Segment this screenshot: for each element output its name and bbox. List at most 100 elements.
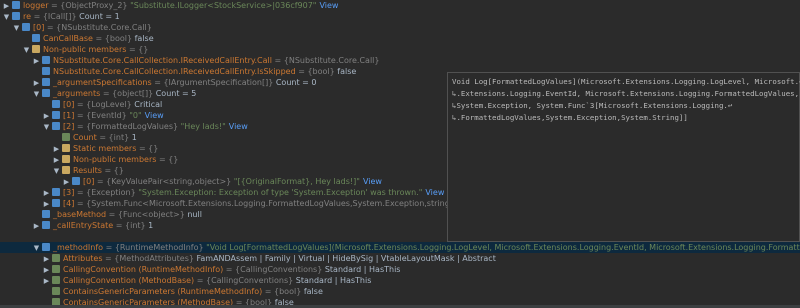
variable-type: = {ObjectProxy_2} [51, 1, 128, 10]
variable-value: null [187, 210, 202, 219]
field-icon [42, 78, 50, 86]
view-link[interactable]: View [363, 177, 382, 186]
tree-row[interactable]: CanCallBase = {bool} false [0, 33, 800, 44]
variable-value: "Substitute.ILogger<StockService>|036cf9… [130, 1, 317, 10]
variable-name: re [23, 12, 32, 21]
field-icon [52, 122, 60, 130]
variable-value: 1 [131, 133, 137, 142]
prop-icon [52, 265, 60, 273]
collapse-arrow-icon[interactable]: ▼ [32, 89, 41, 99]
collapse-arrow-icon[interactable]: ▼ [2, 12, 11, 22]
field-icon [42, 210, 50, 218]
tree-row[interactable]: ▶ CallingConvention (MethodBase) = {Calli… [0, 275, 800, 286]
variable-type: = {System.Func<Microsoft.Extensions.Logg… [76, 199, 462, 208]
tree-row[interactable]: ▼ re = {ICall[]} Count = 1 [0, 11, 800, 22]
expand-arrow-icon[interactable]: ▶ [42, 265, 51, 275]
expand-arrow-icon[interactable]: ▶ [2, 1, 11, 11]
variable-type: = {IArgumentSpecification[]} [154, 78, 274, 87]
variable-name: Non-public members [43, 45, 127, 54]
variable-type: = {CallingConventions} [196, 276, 294, 285]
variable-name: Count [73, 133, 97, 142]
variable-type: = {CallingConventions} [225, 265, 323, 274]
expand-arrow-icon[interactable]: ▶ [42, 111, 51, 121]
variable-type: = {Func<object>} [108, 210, 185, 219]
variable-name: [3] [63, 188, 75, 197]
prop-icon [62, 133, 70, 141]
expand-arrow-icon[interactable]: ▶ [62, 177, 71, 187]
variable-type: = {ICall[]} [33, 12, 77, 21]
tree-row[interactable]: ▼ _methodInfo = {RuntimeMethodInfo} "Void… [0, 242, 800, 253]
variable-name: CanCallBase [43, 34, 93, 43]
variable-name: logger [23, 1, 49, 10]
field-icon [72, 177, 80, 185]
variable-name: [4] [63, 199, 75, 208]
view-link[interactable]: View [425, 188, 444, 197]
view-link[interactable]: View [319, 1, 338, 10]
tooltip-line: Void Log[FormattedLogValues](Microsoft.E… [452, 77, 800, 86]
variable-value: "Hey lads!" [180, 122, 226, 131]
tree-row[interactable]: ▶ NSubstitute.Core.CallCollection.IReceiv… [0, 55, 800, 66]
tooltip-line: ↳.Extensions.Logging.EventId, Microsoft.… [452, 89, 800, 98]
variable-name: ContainsGenericParameters (RuntimeMethod… [63, 287, 263, 296]
variable-name: Results [73, 166, 102, 175]
variable-name: [0] [33, 23, 45, 32]
variable-value: Count = 0 [275, 78, 317, 87]
expand-arrow-icon[interactable]: ▶ [52, 144, 61, 154]
field-icon [42, 56, 50, 64]
folder-icon [62, 155, 70, 163]
tooltip-line: ↳.FormattedLogValues,System.Exception,Sy… [452, 113, 688, 122]
prop-icon [52, 254, 60, 262]
tree-row[interactable]: ▶ CallingConvention (RuntimeMethodInfo) =… [0, 264, 800, 275]
prop-icon [52, 287, 60, 295]
tooltip-line: ↳System.Exception, System.Func`3[Microso… [452, 101, 733, 110]
folder-icon [62, 144, 70, 152]
folder-icon [32, 45, 40, 53]
variable-value: "[{OriginalFormat}, Hey lads!]" [233, 177, 360, 186]
variable-name: Static members [73, 144, 137, 153]
variable-name: _baseMethod [53, 210, 107, 219]
variable-value: Standard | HasThis [324, 265, 401, 274]
variable-type: = {object[]} [102, 89, 154, 98]
tree-row[interactable]: ▼ [0] = {NSubstitute.Core.Call} [0, 22, 800, 33]
variable-type: = {Exception} [76, 188, 136, 197]
variable-type: = {NSubstitute.Core.Call} [46, 23, 152, 32]
variable-type: = {LogLevel} [76, 100, 132, 109]
variable-type: = {bool} [95, 34, 133, 43]
tree-row[interactable]: ▶ logger = {ObjectProxy_2} "Substitute.IL… [0, 0, 800, 11]
expand-arrow-icon[interactable]: ▶ [42, 276, 51, 286]
field-icon [22, 23, 30, 31]
field-icon [52, 188, 60, 196]
view-link[interactable]: View [229, 122, 248, 131]
expand-arrow-icon[interactable]: ▶ [32, 56, 41, 66]
collapse-arrow-icon[interactable]: ▼ [32, 243, 41, 253]
expand-arrow-icon[interactable]: ▶ [42, 199, 51, 209]
collapse-arrow-icon[interactable]: ▼ [42, 122, 51, 132]
variable-type: = {} [138, 144, 159, 153]
collapse-arrow-icon[interactable]: ▼ [52, 166, 61, 176]
expand-arrow-icon[interactable]: ▶ [42, 188, 51, 198]
expand-arrow-icon[interactable]: ▶ [32, 78, 41, 88]
value-tooltip: Void Log[FormattedLogValues](Microsoft.E… [447, 72, 800, 242]
variable-value: 1 [148, 221, 154, 230]
tree-row[interactable]: ▶ Attributes = {MethodAttributes} FamANDA… [0, 253, 800, 264]
tree-row[interactable]: ▼ Non-public members = {} [0, 44, 800, 55]
variable-name: NSubstitute.Core.CallCollection.IReceive… [53, 67, 296, 76]
field-icon [42, 89, 50, 97]
variable-name: [0] [83, 177, 95, 186]
variable-value: false [337, 67, 357, 76]
view-link[interactable]: View [145, 111, 164, 120]
variable-value: FamANDAssem | Family | Virtual | HideByS… [196, 254, 496, 263]
variable-type: = {bool} [298, 67, 335, 76]
variable-value: "System.Exception: Exception of type 'Sy… [138, 188, 423, 197]
collapse-arrow-icon[interactable]: ▼ [12, 23, 21, 33]
collapse-arrow-icon[interactable]: ▼ [22, 45, 31, 55]
field-icon [42, 243, 50, 251]
expand-arrow-icon[interactable]: ▶ [42, 254, 51, 264]
tree-row[interactable]: ContainsGenericParameters (RuntimeMethod… [0, 286, 800, 297]
field-icon [32, 34, 40, 42]
variable-type: = {int} [99, 133, 130, 142]
expand-arrow-icon[interactable]: ▶ [32, 221, 41, 231]
variable-type: = {} [104, 166, 124, 175]
variable-name: _callEntryState [53, 221, 114, 230]
expand-arrow-icon[interactable]: ▶ [52, 155, 61, 165]
